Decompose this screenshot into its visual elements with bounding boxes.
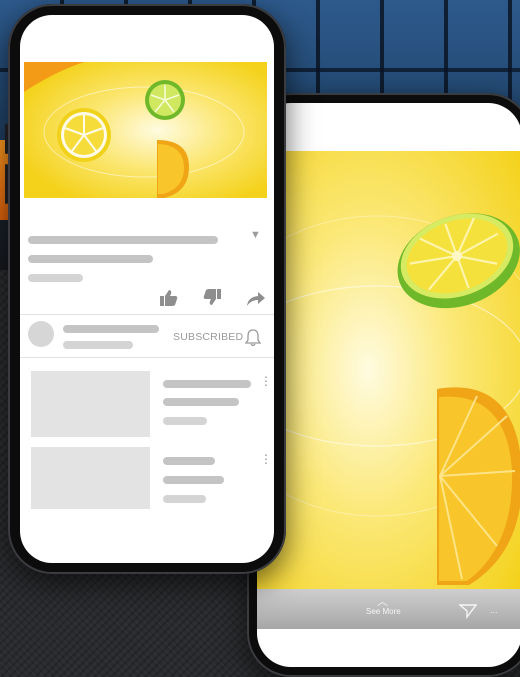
citrus-video-art	[257, 151, 520, 589]
subscriber-count-placeholder	[63, 341, 133, 349]
view-count-placeholder	[28, 274, 83, 282]
channel-name-placeholder	[63, 325, 159, 333]
side-button	[5, 124, 8, 154]
video-title-placeholder-line2	[28, 255, 153, 263]
video-title-placeholder	[163, 380, 251, 388]
video-thumbnail-placeholder	[31, 371, 150, 437]
front-phone: ▼ SUBSCRIBED ⋮ ⋮	[5, 4, 286, 574]
front-phone-screen: ▼ SUBSCRIBED ⋮ ⋮	[20, 15, 274, 563]
lemon-slice	[57, 108, 111, 162]
channel-avatar[interactable]	[28, 321, 54, 347]
video-thumbnail-placeholder	[31, 447, 150, 509]
citrus-video-thumbnail	[24, 62, 267, 198]
thumbs-up-icon[interactable]	[159, 289, 179, 307]
dropdown-caret-icon[interactable]: ▼	[250, 229, 261, 241]
share-icon[interactable]	[246, 291, 266, 307]
back-phone: ︿ See More ...	[247, 93, 520, 677]
more-icon[interactable]: ...	[490, 605, 498, 615]
more-vert-icon[interactable]: ⋮	[260, 375, 272, 387]
video-title-placeholder	[28, 236, 218, 244]
vertical-video[interactable]	[257, 151, 520, 589]
subscribed-button[interactable]: SUBSCRIBED	[173, 331, 243, 343]
divider	[20, 314, 274, 315]
thumbs-down-icon[interactable]	[202, 288, 222, 306]
bell-icon[interactable]	[244, 328, 262, 347]
send-icon[interactable]	[459, 603, 477, 619]
back-phone-screen: ︿ See More ...	[257, 103, 520, 667]
side-button	[5, 164, 8, 204]
video-footer-bar: ︿ See More ...	[257, 589, 520, 629]
small-lime-slice	[145, 80, 185, 120]
video-title-placeholder	[163, 457, 215, 465]
list-item[interactable]: ⋮	[20, 447, 274, 517]
video-player[interactable]	[24, 62, 267, 198]
divider	[20, 357, 274, 358]
more-vert-icon[interactable]: ⋮	[260, 453, 272, 465]
video-meta-placeholder	[163, 417, 207, 425]
video-channel-placeholder	[163, 398, 239, 406]
list-item[interactable]: ⋮	[20, 371, 274, 441]
video-meta-placeholder	[163, 495, 206, 503]
see-more-label[interactable]: See More	[366, 607, 401, 616]
video-channel-placeholder	[163, 476, 224, 484]
